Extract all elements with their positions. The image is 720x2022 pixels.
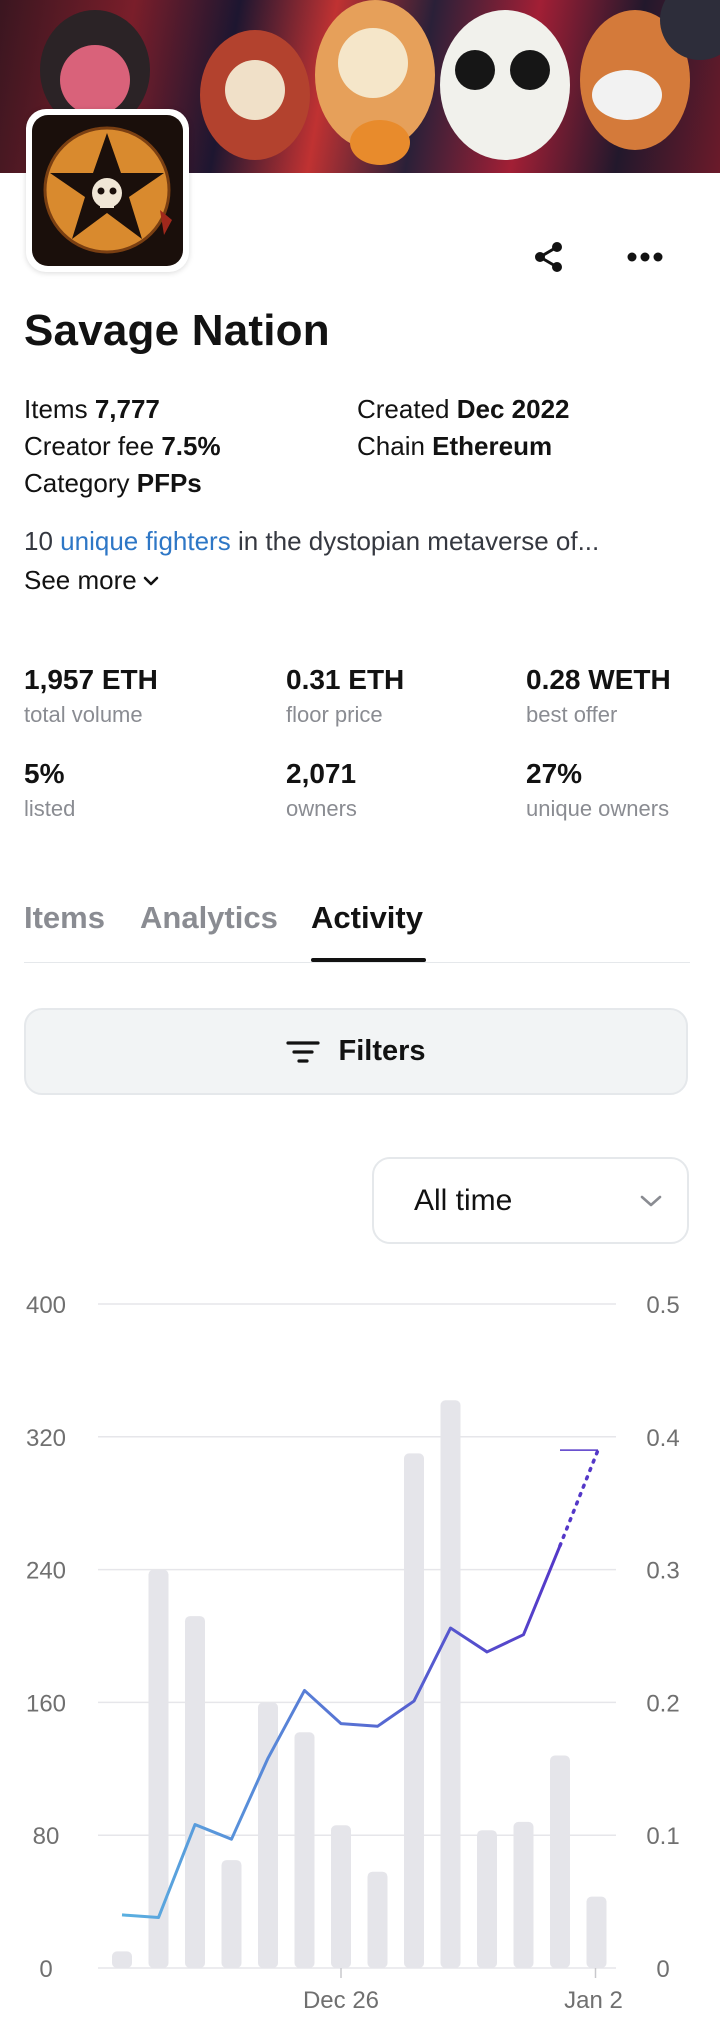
- chart-volume-bar: [477, 1830, 497, 1968]
- stat-best-offer-value: 0.28 WETH: [526, 664, 671, 695]
- detail-chain: Chain Ethereum: [357, 431, 553, 461]
- more-options-button[interactable]: [620, 234, 670, 280]
- chart-left-tick-label: 0: [39, 1956, 52, 1983]
- chart-volume-bar: [148, 1569, 169, 1968]
- chart-price-projection: [558, 1448, 600, 1548]
- filters-button[interactable]: Filters: [24, 1008, 688, 1095]
- chart-volume-bar: [404, 1453, 424, 1968]
- detail-items: Items 7,777: [24, 394, 160, 424]
- stat-owners-label: owners: [286, 796, 357, 821]
- chart-volume-bar: [367, 1871, 388, 1968]
- chart-volume-bar: [550, 1755, 570, 1968]
- chart-volume-bar: [513, 1821, 534, 1968]
- chart-volume-bar: [586, 1896, 607, 1968]
- chart-left-tick-label: 160: [26, 1690, 66, 1717]
- chart-x-tick-label: Dec 26: [303, 1987, 379, 2014]
- chart-right-tick-label: 0.1: [646, 1823, 679, 1850]
- chart-volume-bar: [221, 1860, 242, 1968]
- chart-left-tick-label: 400: [26, 1292, 66, 1319]
- stat-best-offer-label: best offer: [526, 702, 618, 727]
- tab-analytics[interactable]: Analytics: [140, 900, 278, 936]
- collection-title: Savage Nation: [24, 306, 330, 355]
- chart-right-tick-label: 0: [656, 1956, 669, 1983]
- stat-floor-price-value: 0.31 ETH: [286, 664, 405, 695]
- stat-floor-price-label: floor price: [286, 702, 383, 727]
- filter-lines-icon: [286, 1040, 321, 1063]
- collection-avatar: [26, 109, 189, 272]
- detail-creator-fee: Creator fee 7.5%: [24, 431, 221, 461]
- stat-unique-owners-value: 27%: [526, 758, 583, 789]
- detail-category: Category PFPs: [24, 468, 202, 498]
- chart-left-tick-label: 80: [33, 1823, 60, 1850]
- tabs-divider: [24, 962, 690, 963]
- stat-total-volume-label: total volume: [24, 702, 143, 727]
- chart-volume-bar: [185, 1616, 205, 1968]
- chevron-down-icon: [143, 576, 159, 585]
- see-more-button[interactable]: See more: [24, 565, 159, 596]
- stat-listed-label: listed: [24, 796, 76, 821]
- share-icon: [535, 242, 562, 272]
- chart-right-tick-label: 0.3: [646, 1558, 679, 1585]
- stat-listed-value: 5%: [24, 758, 65, 789]
- chart-left-tick-label: 240: [26, 1558, 66, 1585]
- chart-volume-bar: [112, 1951, 132, 1968]
- chart-volume-bar: [440, 1400, 461, 1968]
- stat-unique-owners-label: unique owners: [526, 796, 670, 821]
- chart-right-tick-label: 0.4: [646, 1425, 679, 1452]
- chart-right-tick-label: 0.5: [646, 1292, 679, 1319]
- chart-left-tick-label: 320: [26, 1425, 66, 1452]
- time-range-select[interactable]: All time: [372, 1157, 689, 1244]
- stat-total-volume-value: 1,957 ETH: [24, 664, 158, 695]
- more-horizontal-icon: [627, 252, 663, 262]
- detail-created: Created Dec 2022: [357, 394, 570, 424]
- unique-fighters-link[interactable]: unique fighters: [60, 526, 231, 556]
- tab-items[interactable]: Items: [24, 900, 105, 936]
- chart-volume-bar: [294, 1732, 315, 1968]
- stat-owners-value: 2,071: [286, 758, 357, 789]
- chevron-down-icon: [640, 1195, 662, 1206]
- chart-x-tick-label: Jan 2: [564, 1987, 623, 2014]
- chart-volume-bar: [331, 1825, 351, 1968]
- tab-activity[interactable]: Activity: [311, 900, 423, 936]
- time-range-value: All time: [414, 1183, 513, 1217]
- chart-right-tick-label: 0.2: [646, 1690, 679, 1717]
- collection-description: 10 unique fighters in the dystopian meta…: [24, 526, 600, 556]
- activity-chart: 400 0.5 320 0.4 240 0.3 160 0.2 80 0.1 0 0 Dec 26 Jan…: [26, 1292, 680, 2014]
- share-button[interactable]: [526, 234, 572, 280]
- filters-label: Filters: [338, 1035, 426, 1067]
